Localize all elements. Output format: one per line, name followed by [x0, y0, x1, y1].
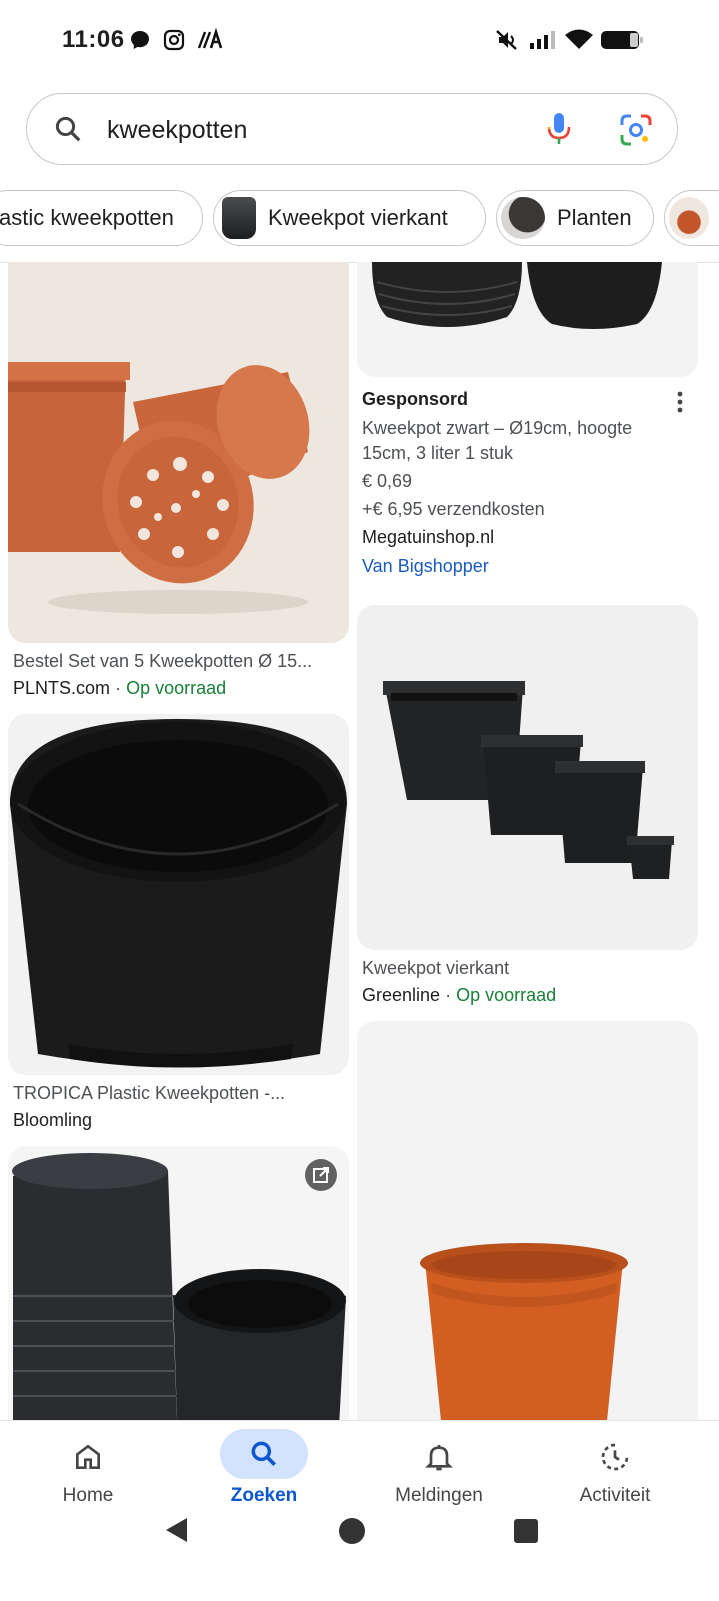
activity-icon: [601, 1443, 629, 1471]
result-source: Bloomling: [13, 1110, 93, 1130]
signal-icon: [530, 31, 555, 49]
result-image-square-pots[interactable]: [357, 605, 698, 950]
nav-notifications[interactable]: Meldingen: [379, 1429, 499, 1529]
nav-label: Zoeken: [230, 1485, 298, 1506]
square-pots-image: [357, 605, 698, 950]
bell-icon: [425, 1445, 453, 1471]
terracotta-pots-image: [8, 262, 349, 643]
result-price: € 0,69: [362, 471, 413, 491]
result-image-orange-pot[interactable]: [357, 1021, 698, 1441]
more-options-icon[interactable]: [670, 390, 690, 414]
result-image-terracotta[interactable]: [8, 262, 349, 643]
status-time: 11:06: [62, 26, 125, 53]
chip-planten[interactable]: Planten: [496, 190, 654, 246]
bottom-navigation: Home Zoeken Meldingen Activiteit: [0, 1420, 719, 1601]
separator: ·: [115, 678, 122, 698]
separator: ·: [445, 985, 452, 1005]
home-icon: [76, 1444, 100, 1469]
via-link[interactable]: Van Bigshopper: [362, 556, 489, 577]
black-pot-image: [8, 714, 349, 1075]
battery-icon: [601, 31, 643, 49]
result-source: Megatuinshop.nl: [362, 527, 495, 547]
result-title-line1[interactable]: Kweekpot zwart – Ø19cm, hoogte: [362, 418, 632, 439]
result-title[interactable]: TROPICA Plastic Kweekpotten -...: [13, 1083, 285, 1104]
status-bar: 11:06: [0, 0, 719, 82]
result-source-line: Greenline · Op voorraad: [362, 985, 556, 1006]
result-image-stacked-pots[interactable]: [8, 1146, 349, 1446]
chip-thumbnail: [222, 197, 256, 239]
nav-search[interactable]: Zoeken: [204, 1429, 324, 1529]
search-bar[interactable]: [26, 93, 678, 165]
chip-thumbnail: [501, 197, 545, 239]
result-source: PLNTS.com: [13, 678, 111, 698]
home-circle-icon[interactable]: [338, 1517, 366, 1545]
google-lens-icon[interactable]: [619, 113, 653, 147]
result-shipping: +€ 6,95 verzendkosten: [362, 499, 545, 519]
result-source-line: PLNTS.com · Op voorraad: [13, 678, 226, 699]
microphone-icon[interactable]: [545, 111, 573, 147]
chip-plastic-kweekpotten[interactable]: astic kweekpotten: [0, 190, 203, 246]
filter-chips: astic kweekpotten Kweekpot vierkant Plan…: [0, 190, 719, 252]
nav-activity[interactable]: Activiteit: [555, 1429, 675, 1529]
result-title[interactable]: Kweekpot vierkant: [362, 958, 509, 979]
search-icon: [251, 1441, 276, 1466]
chip-kweekpot-vierkant[interactable]: Kweekpot vierkant: [213, 190, 486, 246]
app-notification-icon: [197, 28, 223, 49]
sponsored-label: Gesponsord: [362, 389, 469, 409]
back-icon[interactable]: [163, 1515, 191, 1545]
black-pot-stack-image: [357, 262, 698, 377]
result-source: Greenline: [362, 985, 441, 1005]
wifi-icon: [565, 29, 593, 49]
result-title-line2[interactable]: 15cm, 3 liter 1 stuk: [362, 443, 513, 464]
stock-status: Op voorraad: [126, 678, 227, 698]
nav-home[interactable]: Home: [28, 1429, 148, 1529]
nav-label: Activiteit: [579, 1485, 651, 1506]
chip-more[interactable]: [664, 190, 719, 246]
chip-label: Kweekpot vierkant: [268, 205, 448, 230]
search-icon: [55, 116, 81, 142]
chip-label: Planten: [557, 205, 632, 230]
search-input[interactable]: [107, 116, 507, 145]
result-title[interactable]: Bestel Set van 5 Kweekpotten Ø 15...: [13, 651, 312, 672]
open-in-new-icon: [313, 1167, 329, 1183]
instagram-icon: [163, 29, 185, 51]
chip-label: astic kweekpotten: [0, 205, 174, 230]
messenger-icon: [131, 31, 149, 49]
nav-label: Home: [62, 1485, 114, 1506]
result-image-black-pot[interactable]: [8, 714, 349, 1075]
mute-icon: [496, 30, 517, 50]
nav-label: Meldingen: [395, 1485, 483, 1506]
orange-pot-image: [357, 1021, 698, 1441]
stock-status: Op voorraad: [456, 985, 557, 1005]
recents-icon[interactable]: [513, 1518, 539, 1544]
chip-thumbnail: [669, 197, 709, 239]
open-external-button[interactable]: [305, 1159, 337, 1191]
result-image-sponsored[interactable]: [357, 262, 698, 377]
stacked-pots-image: [8, 1146, 349, 1446]
